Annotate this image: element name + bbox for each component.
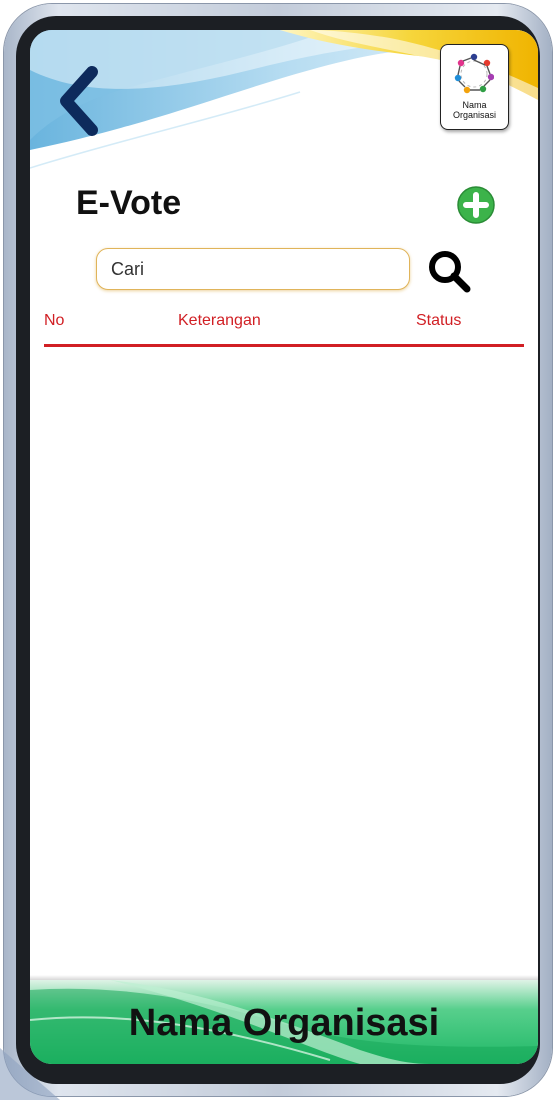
search-input[interactable] (109, 249, 403, 289)
column-header-status: Status (416, 312, 462, 329)
table-header: No Keterangan Status (30, 312, 538, 336)
search-field (96, 248, 410, 290)
table-body (44, 350, 524, 980)
search-button[interactable] (426, 248, 472, 294)
frame-corner-decoration (0, 1048, 60, 1100)
org-logo-line1: Nama (462, 100, 487, 110)
page-title: E-Vote (76, 184, 182, 222)
column-header-no: No (44, 312, 65, 329)
organization-logo: Nama Organisasi (440, 44, 509, 130)
people-circle-icon (454, 53, 494, 94)
column-header-keterangan: Keterangan (178, 312, 261, 329)
org-logo-line2: Organisasi (452, 110, 497, 120)
app-screen: Nama Organisasi E-Vote No Keterangan Sta… (30, 30, 538, 1064)
footer-title: Nama Organisasi (128, 1002, 440, 1044)
footer-bar: Nama Organisasi (30, 980, 538, 1064)
plus-circle-icon (457, 186, 495, 224)
search-icon (429, 251, 471, 293)
chevron-left-icon (60, 66, 98, 136)
add-button[interactable] (456, 185, 496, 225)
back-button[interactable] (52, 66, 108, 136)
table-header-divider (44, 344, 524, 347)
